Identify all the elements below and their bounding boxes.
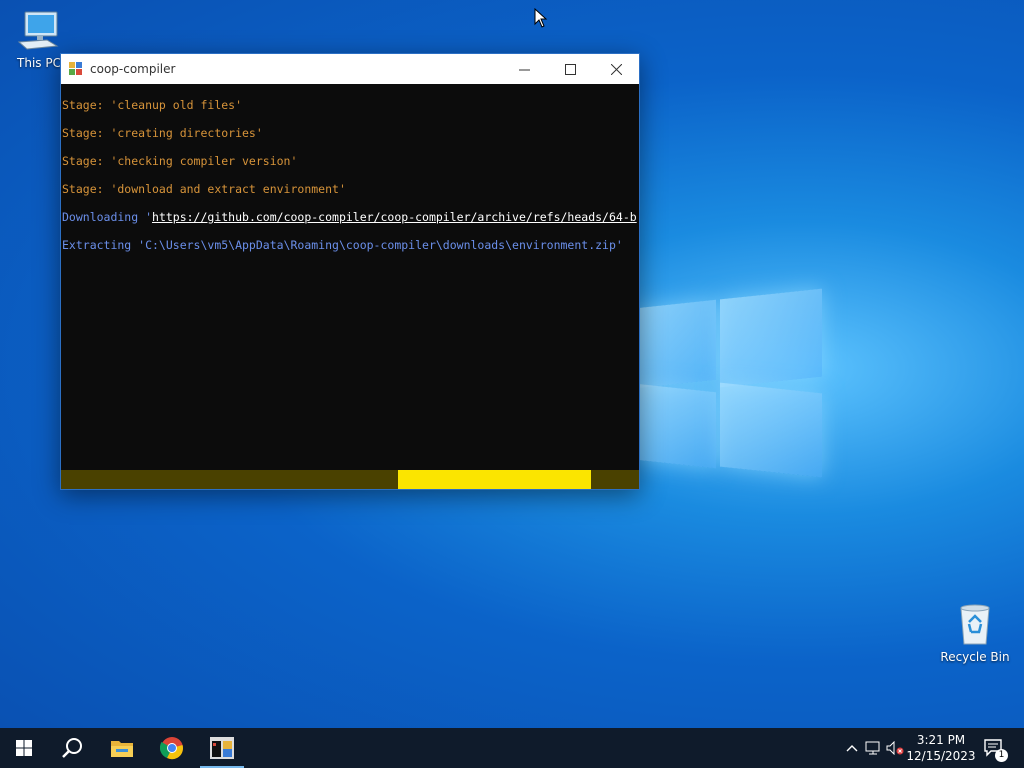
action-center-button[interactable]: 1: [980, 728, 1010, 768]
close-button[interactable]: [593, 54, 639, 84]
windows-wallpaper-logo: [636, 288, 826, 480]
volume-muted-icon: [886, 741, 904, 755]
clock-date: 12/15/2023: [906, 749, 976, 763]
console-line-stage: Stage: 'download and extract environment…: [62, 182, 346, 196]
window-titlebar[interactable]: coop-compiler: [61, 54, 639, 84]
search-icon: [62, 738, 82, 758]
console-output[interactable]: Stage: 'cleanup old files' Stage: 'creat…: [61, 84, 639, 470]
maximize-icon: [564, 63, 576, 75]
taskbar-file-explorer[interactable]: [98, 728, 146, 768]
console-line-downloading: Downloading 'https://github.com/coop-com…: [61, 210, 639, 238]
desktop-icon-label: Recycle Bin: [940, 650, 1010, 664]
desktop-icon-label: This PC: [17, 56, 61, 70]
recycle-bin-icon: [960, 604, 990, 645]
taskbar: 3:21 PM 12/15/2023 1: [0, 728, 1024, 768]
desktop-icon-recycle-bin[interactable]: Recycle Bin: [938, 602, 1012, 664]
minimize-icon: [518, 69, 530, 70]
console-line-stage: Stage: 'cleanup old files': [62, 98, 243, 112]
maximize-button[interactable]: [547, 54, 593, 84]
console-app-icon: [210, 737, 234, 759]
tray-network[interactable]: [862, 728, 884, 768]
notification-count-badge: 1: [995, 749, 1008, 762]
tray-show-hidden[interactable]: [842, 728, 862, 768]
download-url-link[interactable]: https://github.com/coop-compiler/coop-co…: [152, 210, 637, 224]
progress-bar-fill: [397, 470, 592, 489]
tray-volume[interactable]: [884, 728, 906, 768]
start-button[interactable]: [0, 728, 48, 768]
mouse-cursor-icon: [534, 8, 548, 28]
app-icon: [69, 62, 83, 76]
network-icon: [865, 741, 880, 755]
search-button[interactable]: [48, 728, 96, 768]
console-line-extracting: Extracting 'C:\Users\vm5\AppData\Roaming…: [62, 238, 623, 252]
console-window[interactable]: coop-compiler Stage: 'cleanup old files'…: [60, 53, 640, 490]
chrome-icon: [160, 737, 183, 760]
file-explorer-icon: [111, 741, 133, 757]
windows-start-icon: [16, 740, 32, 756]
system-clock[interactable]: 3:21 PM 12/15/2023: [906, 728, 976, 768]
close-icon: [610, 63, 622, 75]
taskbar-console-app[interactable]: [198, 728, 246, 768]
window-title: coop-compiler: [90, 62, 176, 76]
downloading-prefix: Downloading ': [62, 210, 153, 224]
console-line-stage: Stage: 'checking compiler version': [62, 154, 298, 168]
progress-bar: [61, 470, 639, 489]
minimize-button[interactable]: [501, 54, 547, 84]
console-line-stage: Stage: 'creating directories': [62, 126, 263, 140]
computer-icon: [17, 11, 59, 50]
chevron-up-icon: [846, 745, 858, 752]
clock-time: 3:21 PM: [916, 733, 966, 747]
taskbar-chrome[interactable]: [148, 728, 196, 768]
